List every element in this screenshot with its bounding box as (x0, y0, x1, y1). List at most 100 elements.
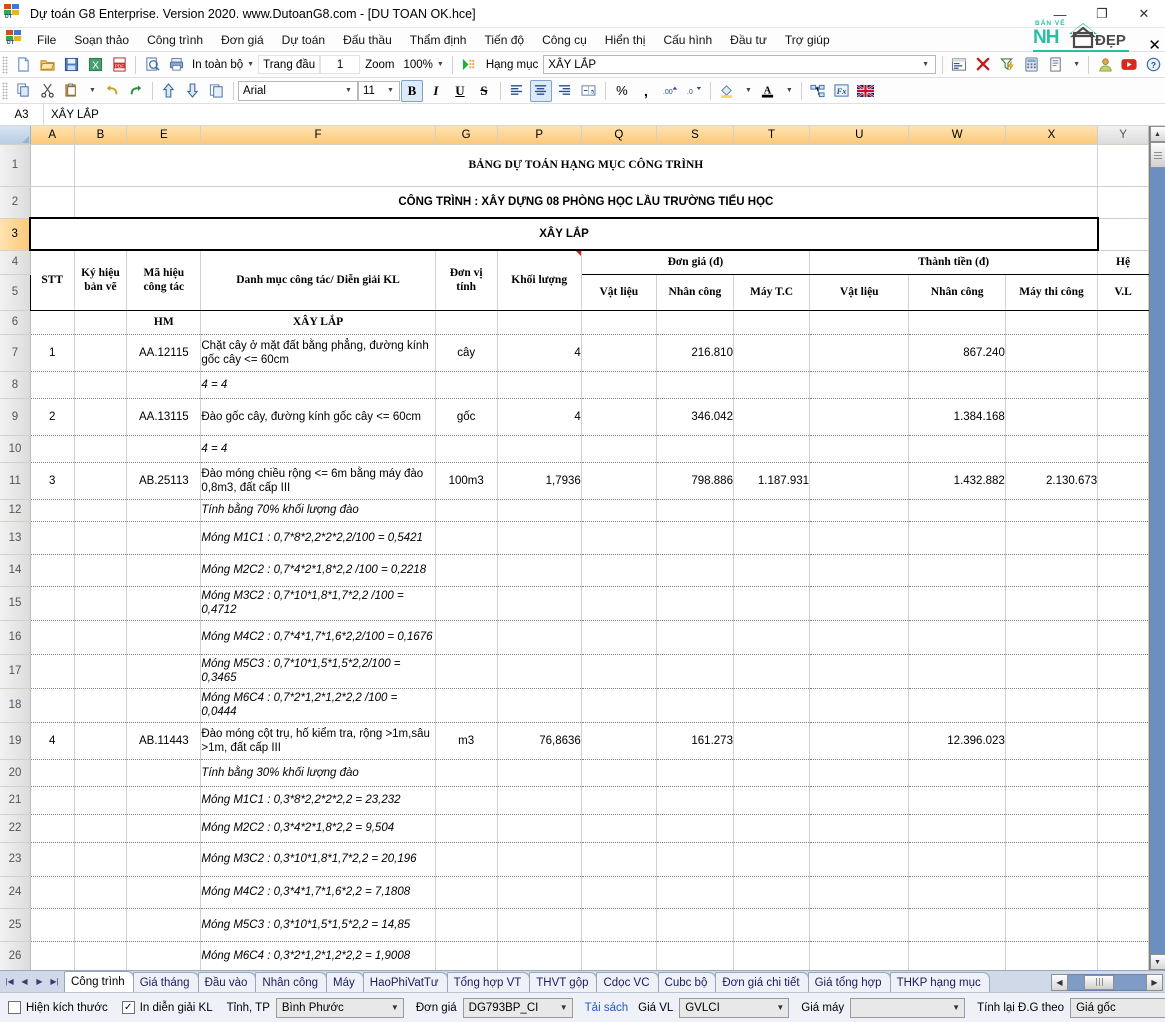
sheet-tab-gia-tong-hop[interactable]: Giá tổng hợp (807, 972, 891, 992)
row-header-5[interactable]: 5 (0, 274, 31, 311)
cell-khoiluong[interactable] (497, 688, 582, 723)
row-header-12[interactable]: 12 (0, 499, 31, 522)
row-header-7[interactable]: 7 (0, 334, 31, 372)
align-left-icon[interactable] (506, 80, 528, 102)
cell-tt-nhancong[interactable]: 1.432.882 (908, 462, 1006, 500)
cell-dg-nhancong[interactable] (656, 908, 734, 942)
cell-kyhieu[interactable] (74, 499, 128, 522)
row-header-25[interactable]: 25 (0, 908, 31, 942)
cell-dg-nhancong[interactable] (656, 371, 734, 399)
cell-mahieu[interactable] (126, 371, 202, 399)
cell-tt-nhancong[interactable] (908, 521, 1006, 555)
header-danhmuc[interactable]: Danh mục công tác/ Diễn giải KL (200, 249, 436, 311)
cell-kyhieu[interactable] (74, 654, 128, 689)
cell-vl[interactable] (1097, 620, 1149, 655)
cell-tt-nhancong[interactable]: 12.396.023 (908, 722, 1006, 760)
duplicate-row-icon[interactable] (206, 80, 228, 102)
menu-item-du-toan[interactable]: Dự toán (273, 30, 334, 50)
menu-item-cau-hinh[interactable]: Cấu hình (654, 30, 721, 50)
cell-dg-maytc[interactable] (733, 499, 811, 522)
toolbar-grip[interactable] (2, 81, 8, 100)
first-sheet-icon[interactable]: |◀ (2, 973, 17, 989)
header-thanhtien-vatlieu[interactable]: Vật liệu (809, 274, 910, 311)
cell-donvi[interactable]: cây (435, 334, 498, 372)
sheet-tab-gia-thang[interactable]: Giá tháng (132, 972, 199, 992)
sheet-tab-thkp-hang-muc[interactable]: THKP hạng mục (889, 972, 990, 992)
cell-mahieu[interactable]: AB.25113 (126, 462, 202, 500)
sheet-tab-nhan-cong[interactable]: Nhân công (255, 972, 328, 992)
cell-khoiluong[interactable] (497, 371, 582, 399)
cell-stt[interactable] (29, 620, 75, 655)
cell-khoiluong[interactable] (497, 521, 582, 555)
cell-vl[interactable] (1097, 521, 1149, 555)
cell-dg-vatlieu[interactable] (581, 310, 657, 335)
formula-input[interactable]: XÂY LẮP (44, 104, 1165, 126)
column-header-u[interactable]: U (809, 126, 910, 145)
cell-tt-vatlieu[interactable] (809, 941, 910, 970)
cell-donvi[interactable] (435, 654, 498, 689)
cell-dg-nhancong[interactable] (656, 786, 734, 815)
cell-donvi[interactable] (435, 842, 498, 877)
cell-a1[interactable] (30, 144, 75, 187)
cell-tt-vatlieu[interactable] (809, 688, 910, 723)
row-header-11[interactable]: 11 (0, 462, 31, 500)
cell-kyhieu[interactable] (74, 814, 128, 843)
cell-tt-maythicong[interactable] (1005, 371, 1099, 399)
menu-item-file[interactable]: File (28, 30, 65, 50)
cell-kyhieu[interactable] (74, 586, 128, 621)
gia-may-select[interactable]: ▼ (850, 997, 966, 1018)
sheet-tab-cubc-bo[interactable]: Cubc bộ (657, 972, 717, 992)
cell-tt-nhancong[interactable]: 867.240 (908, 334, 1006, 372)
cell-khoiluong[interactable] (497, 786, 582, 815)
cell-danhmuc[interactable]: 4 = 4 (200, 371, 436, 399)
cell-tt-vatlieu[interactable] (809, 786, 910, 815)
cell-y2[interactable] (1097, 186, 1149, 219)
cell-dg-nhancong[interactable]: 798.886 (656, 462, 734, 500)
cell-vl[interactable] (1097, 654, 1149, 689)
row-header-26[interactable]: 26 (0, 941, 31, 970)
cell-danhmuc[interactable]: Móng M4C2 : 0,3*4*1,7*1,6*2,2 = 7,1808 (200, 876, 436, 909)
cell-tt-maythicong[interactable] (1005, 554, 1099, 587)
header-dongia-vatlieu[interactable]: Vật liệu (581, 274, 657, 311)
tinh-tp-select[interactable]: Bình Phước ▼ (275, 997, 404, 1018)
cell-dg-maytc[interactable] (733, 586, 811, 621)
cell-tt-maythicong[interactable] (1005, 521, 1099, 555)
cell-danhmuc[interactable]: Móng M5C3 : 0,3*10*1,5*1,5*2,2 = 14,85 (200, 908, 436, 942)
font-size-dropdown[interactable]: 11 ▼ (357, 80, 400, 101)
decrease-decimal-icon[interactable]: .0 (683, 80, 705, 102)
cell-mahieu[interactable] (126, 586, 202, 621)
cell-danhmuc[interactable]: Móng M5C3 : 0,7*10*1,5*1,5*2,2/100 = 0,3… (200, 654, 436, 689)
cell-tt-nhancong[interactable]: 1.384.168 (908, 398, 1006, 436)
cell-tt-vatlieu[interactable] (809, 620, 910, 655)
undo-icon[interactable] (101, 80, 123, 102)
cell-tt-vatlieu[interactable] (809, 586, 910, 621)
cell-section-xaylap[interactable]: XÂY LẮP (29, 217, 1099, 251)
cell-stt[interactable] (29, 499, 75, 522)
cell-khoiluong[interactable] (497, 941, 582, 970)
cell-dg-nhancong[interactable]: 346.042 (656, 398, 734, 436)
cell-donvi[interactable] (435, 759, 498, 787)
row-header-19[interactable]: 19 (0, 722, 31, 760)
cell-dg-vatlieu[interactable] (581, 759, 657, 787)
cell-stt[interactable] (29, 941, 75, 970)
cell-tt-nhancong[interactable] (908, 620, 1006, 655)
calculator-icon[interactable] (1020, 54, 1042, 76)
cell-donvi[interactable] (435, 435, 498, 463)
cell-khoiluong[interactable] (497, 554, 582, 587)
cell-dg-vatlieu[interactable] (581, 941, 657, 970)
cell-kyhieu[interactable] (74, 521, 128, 555)
cell-mahieu[interactable] (126, 499, 202, 522)
fill-color-icon[interactable] (716, 80, 738, 102)
cell-donvi[interactable] (435, 688, 498, 723)
cell-khoiluong[interactable] (497, 654, 582, 689)
cell-dg-nhancong[interactable] (656, 499, 734, 522)
header-group-dongia[interactable]: Đơn giá (đ) (581, 249, 811, 275)
cell-kyhieu[interactable] (74, 759, 128, 787)
cell-donvi[interactable] (435, 554, 498, 587)
cut-icon[interactable] (36, 80, 58, 102)
cell-khoiluong[interactable] (497, 876, 582, 909)
cell-mahieu[interactable] (126, 941, 202, 970)
cell-tt-maythicong[interactable] (1005, 398, 1099, 436)
cell-tt-vatlieu[interactable] (809, 908, 910, 942)
sheet-tab-dau-vao[interactable]: Đầu vào (197, 972, 257, 992)
